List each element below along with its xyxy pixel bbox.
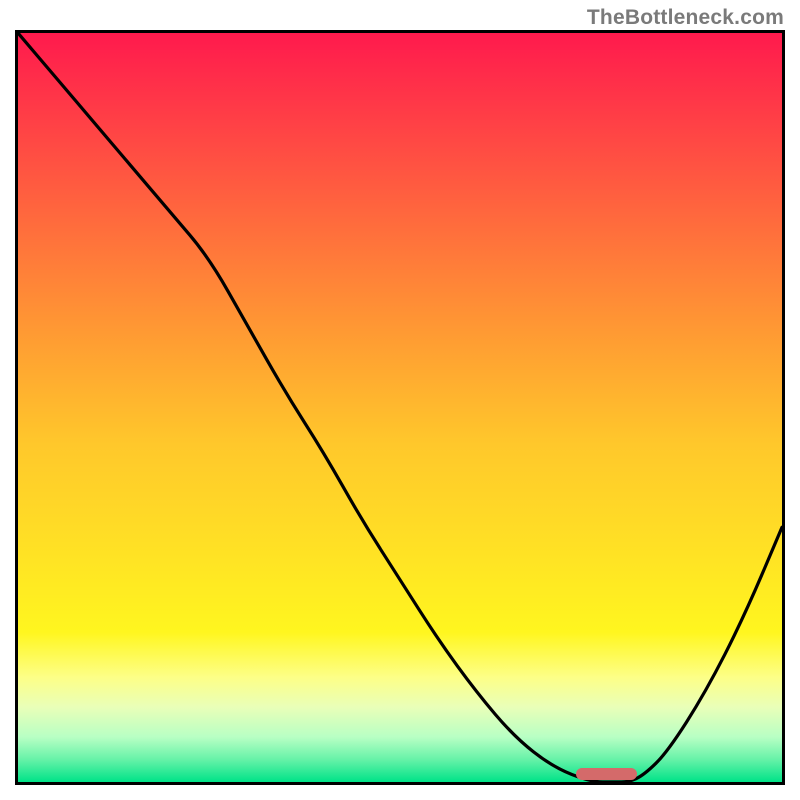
bottleneck-marker: [576, 768, 637, 780]
gradient-background: [18, 33, 782, 782]
chart-frame: [15, 30, 785, 785]
watermark-text: TheBottleneck.com: [587, 6, 784, 30]
